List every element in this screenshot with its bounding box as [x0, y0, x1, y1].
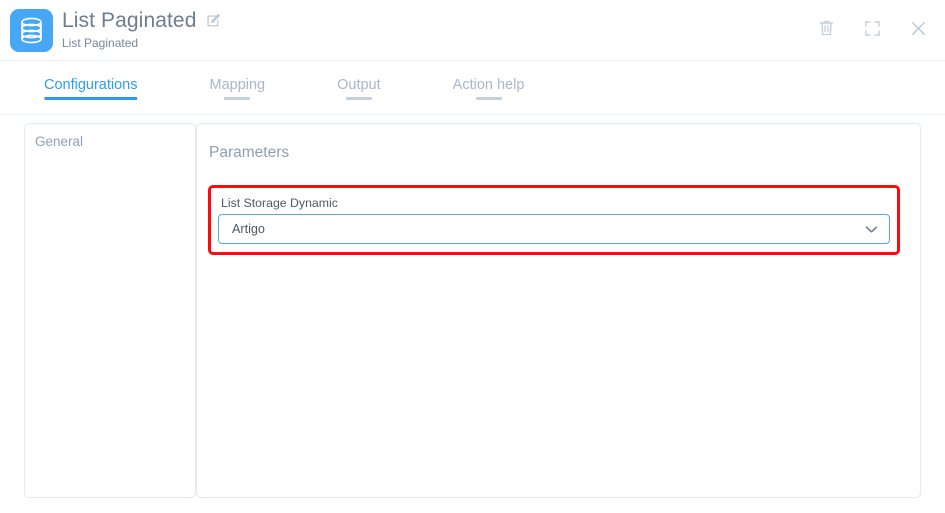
tab-underline	[346, 97, 372, 100]
parameters-panel: Parameters List Storage Dynamic Artigo	[196, 123, 921, 498]
page-subtitle: List Paginated	[62, 36, 221, 51]
edit-pencil-glyph	[206, 13, 221, 28]
header-actions	[815, 17, 929, 39]
sidebar-item-general[interactable]: General	[24, 123, 196, 498]
tab-mapping[interactable]: Mapping	[210, 61, 266, 93]
title-row: List Paginated	[62, 8, 221, 34]
tab-bar: Configurations Mapping Output Action hel…	[0, 61, 945, 115]
close-glyph	[910, 20, 927, 37]
list-storage-dynamic-value: Artigo	[219, 221, 865, 238]
expand-fullscreen-icon[interactable]	[861, 17, 883, 39]
highlight-annotation: List Storage Dynamic Artigo	[208, 185, 900, 255]
app-header: List Paginated List Paginated	[0, 0, 945, 61]
database-glyph	[19, 17, 44, 44]
list-storage-dynamic-select[interactable]: Artigo	[218, 214, 890, 244]
trash-glyph	[818, 19, 835, 37]
tab-underline	[476, 97, 502, 100]
close-x-icon[interactable]	[907, 17, 929, 39]
database-icon	[10, 9, 53, 52]
tab-mapping-label: Mapping	[210, 77, 266, 93]
tab-active-underline	[44, 97, 138, 100]
tab-output[interactable]: Output	[337, 61, 381, 93]
tab-action-help-label: Action help	[453, 77, 525, 93]
tab-action-help[interactable]: Action help	[453, 61, 525, 93]
chevron-down-glyph	[865, 225, 878, 234]
list-storage-dynamic-label: List Storage Dynamic	[221, 195, 338, 211]
title-block: List Paginated List Paginated	[62, 8, 221, 51]
content-area: General Parameters List Storage Dynamic …	[0, 116, 945, 513]
tab-configurations-label: Configurations	[44, 77, 138, 93]
tab-configurations[interactable]: Configurations	[44, 61, 138, 93]
expand-glyph	[864, 20, 881, 37]
sidebar-item-general-label: General	[35, 133, 83, 151]
trash-icon[interactable]	[815, 17, 837, 39]
page-title: List Paginated	[62, 8, 197, 34]
tab-output-label: Output	[337, 77, 381, 93]
tab-underline	[224, 97, 250, 100]
chevron-down-icon[interactable]	[865, 225, 878, 234]
parameters-title: Parameters	[209, 143, 289, 163]
edit-pencil-icon[interactable]	[206, 13, 221, 33]
